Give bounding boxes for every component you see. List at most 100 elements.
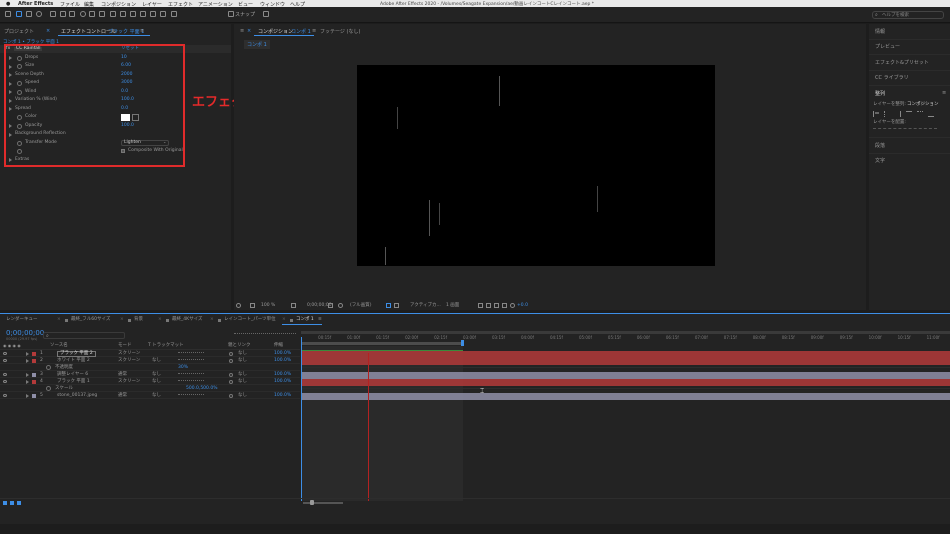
layer-search-input[interactable]: ⌕ bbox=[43, 332, 125, 339]
tab-composition[interactable]: コンポジション bbox=[258, 28, 293, 35]
transparency-grid-icon[interactable] bbox=[394, 303, 399, 308]
stretch-value[interactable]: 100.0% bbox=[274, 351, 291, 357]
fast-previews-icon[interactable] bbox=[486, 303, 491, 308]
clone-stamp-icon[interactable] bbox=[140, 11, 146, 17]
expand-arrow-icon[interactable] bbox=[26, 358, 29, 363]
panel-character[interactable]: 文字 bbox=[875, 159, 885, 164]
comp-menu-icon[interactable]: ≡ bbox=[312, 28, 316, 34]
safe-margins-icon[interactable] bbox=[291, 303, 296, 308]
comp-flowchart-icon[interactable] bbox=[502, 303, 507, 308]
timeline-tab-label[interactable]: 最終_4Kサイズ bbox=[172, 317, 202, 323]
timeline-switches[interactable] bbox=[234, 333, 296, 339]
footer-icon[interactable] bbox=[10, 501, 14, 505]
scale-value[interactable]: 500.0,500.0% bbox=[186, 386, 217, 392]
region-of-interest-icon[interactable] bbox=[386, 303, 391, 308]
label-color-chip[interactable] bbox=[32, 379, 36, 384]
layer-switches[interactable] bbox=[178, 373, 204, 376]
layer-mode-select[interactable]: スクリーン bbox=[118, 358, 140, 364]
zoom-select[interactable]: 100 % bbox=[261, 303, 275, 309]
panel-menu-icon[interactable]: ≡ bbox=[318, 317, 322, 323]
close-icon[interactable]: × bbox=[282, 317, 286, 323]
layer-mode-select[interactable]: 通常 bbox=[118, 372, 127, 378]
rectangle-tool-icon[interactable] bbox=[99, 11, 105, 17]
footer-icon[interactable] bbox=[3, 501, 7, 505]
close-icon[interactable]: × bbox=[46, 28, 50, 34]
time-navigator[interactable] bbox=[301, 331, 950, 334]
align-menu-icon[interactable]: ≡ bbox=[942, 91, 946, 96]
parent-select[interactable]: なし bbox=[238, 351, 247, 357]
close-icon[interactable]: × bbox=[120, 317, 124, 323]
close-icon[interactable]: × bbox=[158, 317, 162, 323]
panel-effects-presets[interactable]: エフェクト&プリセット bbox=[875, 61, 929, 66]
close-icon[interactable]: × bbox=[210, 317, 214, 323]
puppet-tool-icon[interactable] bbox=[171, 11, 177, 17]
layer-name[interactable]: ホワイト 平面 2 bbox=[57, 358, 90, 364]
composition-canvas[interactable] bbox=[357, 65, 715, 266]
active-camera-select[interactable]: アクティブカ... bbox=[410, 303, 441, 309]
search-help-input[interactable]: ⌕ ヘルプを検索 bbox=[872, 11, 944, 19]
timeline-link-icon[interactable] bbox=[494, 303, 499, 308]
layer-duration-bar[interactable] bbox=[301, 351, 950, 358]
show-channel-icon[interactable] bbox=[338, 303, 343, 308]
footer-icon[interactable] bbox=[17, 501, 21, 505]
eraser-tool-icon[interactable] bbox=[150, 11, 156, 17]
col-trkmat[interactable]: T トラックマット bbox=[148, 343, 184, 349]
parent-select[interactable]: なし bbox=[238, 358, 247, 364]
table-row[interactable]: 4 ブラック 平面 1 スクリーン なし なし 100.0% bbox=[0, 378, 300, 385]
rotate-tool-icon[interactable] bbox=[80, 11, 86, 17]
opacity-value[interactable]: 30% bbox=[178, 365, 188, 371]
mask-visibility-icon[interactable] bbox=[250, 303, 255, 308]
parent-select[interactable]: なし bbox=[238, 379, 247, 385]
timeline-tab-label[interactable]: レンダーキュー bbox=[6, 317, 38, 323]
pickwhip-icon[interactable] bbox=[229, 351, 233, 356]
comp-tab-menu-icon[interactable]: ≡ bbox=[240, 28, 244, 34]
label-color-chip[interactable] bbox=[32, 358, 36, 363]
stopwatch-icon[interactable] bbox=[46, 365, 51, 370]
expand-arrow-icon[interactable] bbox=[26, 372, 29, 377]
layer-duration-bar[interactable] bbox=[301, 358, 950, 365]
layer-name[interactable]: ブラック 平面 1 bbox=[57, 379, 90, 385]
align-right-icon[interactable] bbox=[895, 111, 901, 117]
expand-arrow-icon[interactable] bbox=[26, 351, 29, 356]
views-select[interactable]: 1 画面 bbox=[446, 303, 459, 309]
table-row[interactable]: 2 ホワイト 平面 2 スクリーン なし なし 100.0% bbox=[0, 357, 300, 364]
align-top-icon[interactable] bbox=[906, 111, 912, 117]
always-preview-icon[interactable] bbox=[236, 303, 241, 308]
parent-select[interactable]: なし bbox=[238, 372, 247, 378]
resolution-select[interactable]: (フル画質) bbox=[350, 303, 372, 309]
layer-mode-select[interactable]: 通常 bbox=[118, 393, 127, 399]
eye-icon[interactable] bbox=[3, 373, 7, 376]
layer-duration-bar[interactable] bbox=[301, 379, 950, 386]
roto-brush-icon[interactable] bbox=[160, 11, 166, 17]
layer-name[interactable]: stone_00137.jpeg bbox=[57, 393, 97, 399]
zoom-tool-icon[interactable] bbox=[36, 11, 42, 17]
time-ruler[interactable]: 00:15f 01:00f 01:15f 02:00f 02:15f 03:00f 03:1… bbox=[301, 335, 950, 341]
label-color-chip[interactable] bbox=[32, 351, 36, 356]
pen-tool-icon[interactable] bbox=[110, 11, 116, 17]
timeline-timecode[interactable]: 0;00;00;00 bbox=[6, 330, 44, 337]
layer-switches[interactable] bbox=[178, 352, 204, 355]
timeline-tab-label[interactable]: レインコート_パーツ単位 bbox=[224, 317, 276, 323]
panel-menu-icon[interactable]: ≡ bbox=[140, 28, 144, 34]
table-row[interactable]: スケール 500.0,500.0% bbox=[0, 385, 300, 392]
pickwhip-icon[interactable] bbox=[229, 372, 233, 377]
tab-footage[interactable]: フッテージ (なし) bbox=[320, 28, 360, 35]
eye-icon[interactable] bbox=[3, 394, 7, 397]
expand-arrow-icon[interactable] bbox=[26, 393, 29, 398]
align-hcenter-icon[interactable] bbox=[884, 111, 890, 117]
timeline-tab-label[interactable]: コンポ 1 bbox=[296, 317, 314, 323]
toggle-pixel-aspect-icon[interactable] bbox=[478, 303, 483, 308]
comp-tab-close-icon[interactable]: × bbox=[247, 28, 251, 34]
layer-mode-select[interactable]: スクリーン bbox=[118, 351, 140, 357]
layer-duration-bar[interactable] bbox=[301, 393, 950, 400]
table-row[interactable]: 不透明度 30% bbox=[0, 364, 300, 371]
tab-project[interactable]: プロジェクト bbox=[4, 28, 34, 35]
track-matte-select[interactable]: なし bbox=[152, 372, 161, 378]
track-matte-select[interactable]: なし bbox=[152, 358, 161, 364]
label-color-chip[interactable] bbox=[32, 372, 36, 377]
snapshot-icon[interactable] bbox=[328, 303, 333, 308]
hand-tool-icon[interactable] bbox=[26, 11, 32, 17]
layer-switches[interactable] bbox=[178, 380, 204, 383]
stretch-value[interactable]: 100.0% bbox=[274, 393, 291, 399]
pickwhip-icon[interactable] bbox=[229, 393, 233, 398]
